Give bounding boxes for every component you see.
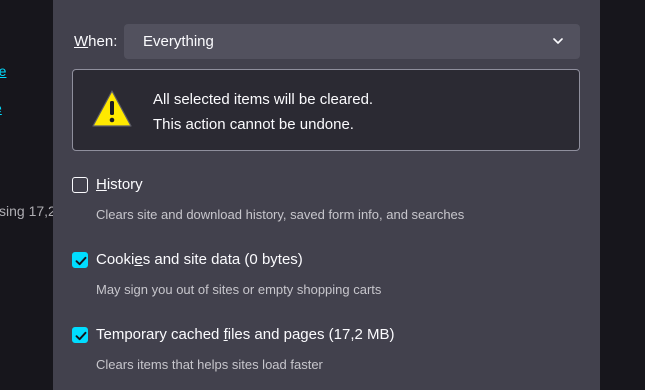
cookies-checkbox[interactable]: [72, 252, 88, 268]
cache-label[interactable]: Temporary cached files and pages (17,2 M…: [96, 326, 395, 343]
time-range-select[interactable]: Everything: [124, 24, 580, 59]
cookies-label[interactable]: Cookies and site data (0 bytes): [96, 251, 303, 268]
background-page-right: [600, 0, 645, 390]
checkmark-icon: [75, 256, 87, 266]
cookies-description: May sign you out of sites or empty shopp…: [96, 282, 382, 297]
checkmark-icon: [75, 331, 87, 341]
history-checkbox[interactable]: [72, 177, 88, 193]
history-description: Clears site and download history, saved …: [96, 207, 465, 222]
background-link[interactable]: re: [0, 63, 6, 79]
background-link[interactable]: e: [0, 100, 2, 116]
warning-text-line: This action cannot be undone.: [153, 116, 354, 133]
when-label: When:: [74, 33, 118, 50]
chevron-down-icon: [553, 38, 563, 44]
cache-checkbox[interactable]: [72, 327, 88, 343]
time-range-value: Everything: [143, 33, 214, 50]
background-text: sing 17,2: [0, 203, 53, 219]
clear-history-dialog: When: Everything All selected items will…: [53, 0, 600, 390]
warning-box: All selected items will be cleared. This…: [72, 69, 580, 151]
warning-triangle-icon: [92, 90, 132, 127]
background-page: re e sing 17,2: [0, 0, 53, 390]
warning-text-line: All selected items will be cleared.: [153, 91, 374, 108]
cache-description: Clears items that helps sites load faste…: [96, 357, 323, 372]
history-label[interactable]: History: [96, 176, 143, 193]
